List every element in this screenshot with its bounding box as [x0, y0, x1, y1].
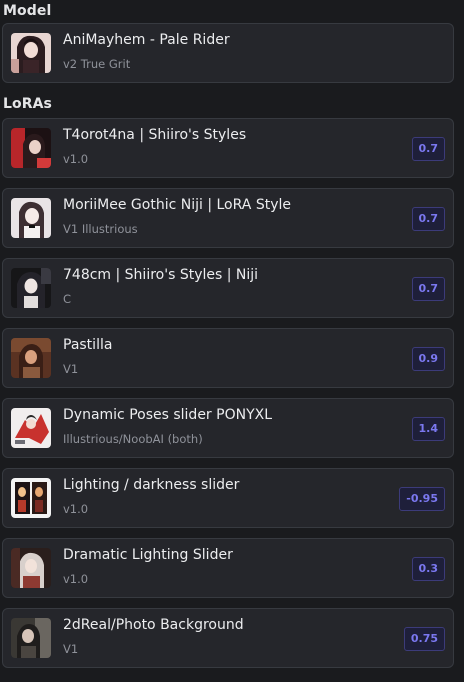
lora-thumbnail: [11, 478, 51, 518]
lora-name: Lighting / darkness slider: [63, 477, 240, 493]
lora-weight-badge[interactable]: 0.9: [411, 347, 445, 371]
loras-section-title: LoRAs: [3, 96, 52, 112]
lora-thumbnail: [11, 548, 51, 588]
lora-weight-badge[interactable]: 0.7: [411, 277, 445, 301]
lora-thumbnail: [11, 128, 51, 168]
lora-thumbnail: [11, 268, 51, 308]
lora-card[interactable]: 748cm | Shiiro's Styles | Niji C 0.7: [2, 258, 454, 318]
lora-name: 748cm | Shiiro's Styles | Niji: [63, 267, 259, 283]
lora-card[interactable]: 2dReal/Photo Background V1 0.75: [2, 608, 454, 668]
lora-card[interactable]: Dramatic Lighting Slider v1.0 0.3: [2, 538, 454, 598]
lora-weight-badge[interactable]: 0.7: [411, 207, 445, 231]
lora-thumbnail: [11, 338, 51, 378]
lora-name: Dynamic Poses slider PONYXL: [63, 407, 273, 423]
lora-version: V1: [63, 642, 79, 656]
model-version: v2 True Grit: [63, 57, 131, 71]
lora-weight-badge[interactable]: 0.75: [403, 627, 445, 651]
lora-card[interactable]: Lighting / darkness slider v1.0 -0.95: [2, 468, 454, 528]
lora-version: v1.0: [63, 152, 89, 166]
lora-thumbnail: [11, 198, 51, 238]
lora-thumbnail: [11, 408, 51, 448]
lora-card[interactable]: MoriiMee Gothic Niji | LoRA Style V1 Ill…: [2, 188, 454, 248]
lora-name: 2dReal/Photo Background: [63, 617, 244, 633]
lora-version: V1: [63, 362, 79, 376]
model-section-title: Model: [3, 3, 52, 19]
lora-card[interactable]: Pastilla V1 0.9: [2, 328, 454, 388]
lora-thumbnail: [11, 618, 51, 658]
lora-weight-badge[interactable]: -0.95: [399, 487, 445, 511]
lora-version: Illustrious/NoobAI (both): [63, 432, 203, 446]
lora-version: C: [63, 292, 72, 306]
lora-name: T4orot4na | Shiiro's Styles: [63, 127, 247, 143]
lora-card[interactable]: Dynamic Poses slider PONYXL Illustrious/…: [2, 398, 454, 458]
lora-weight-badge[interactable]: 0.7: [411, 137, 445, 161]
model-thumbnail: [11, 33, 51, 73]
lora-name: MoriiMee Gothic Niji | LoRA Style: [63, 197, 291, 213]
lora-card[interactable]: T4orot4na | Shiiro's Styles v1.0 0.7: [2, 118, 454, 178]
lora-version: v1.0: [63, 572, 89, 586]
lora-version: v1.0: [63, 502, 89, 516]
model-card[interactable]: AniMayhem - Pale Rider v2 True Grit: [2, 23, 454, 83]
lora-weight-badge[interactable]: 1.4: [411, 417, 445, 441]
lora-name: Pastilla: [63, 337, 113, 353]
lora-weight-badge[interactable]: 0.3: [411, 557, 445, 581]
lora-version: V1 Illustrious: [63, 222, 138, 236]
lora-name: Dramatic Lighting Slider: [63, 547, 233, 563]
model-name: AniMayhem - Pale Rider: [63, 32, 230, 48]
